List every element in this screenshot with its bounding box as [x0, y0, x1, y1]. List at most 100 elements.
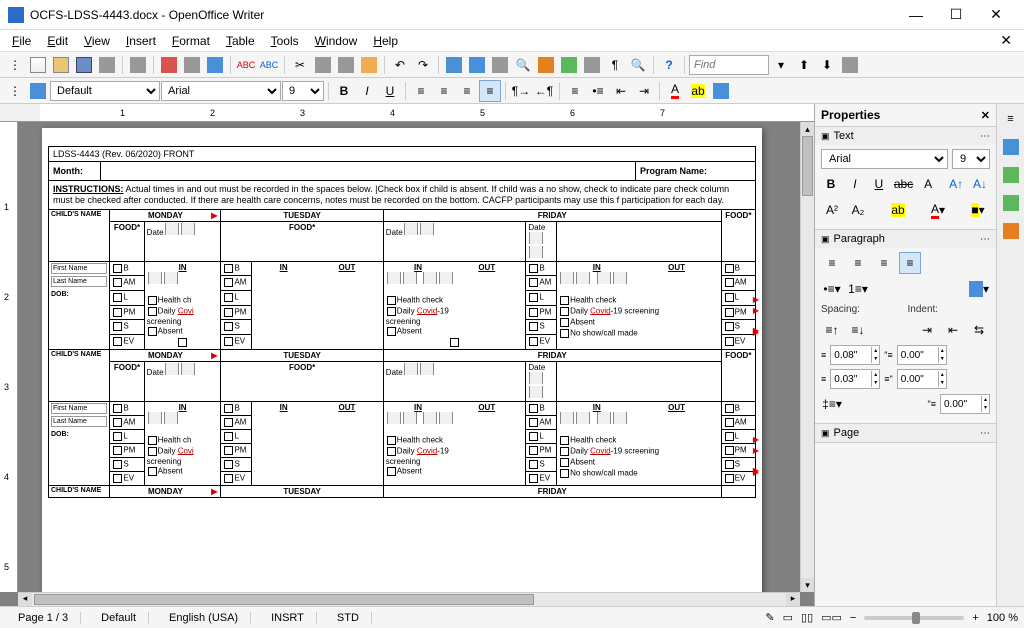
find-all-button[interactable]	[839, 54, 861, 76]
zoom-in-icon[interactable]: +	[972, 612, 978, 624]
scroll-up-icon[interactable]: ▴	[801, 122, 814, 136]
vertical-scrollbar[interactable]: ▴ ▾	[800, 122, 814, 592]
status-language[interactable]: English (USA)	[157, 612, 251, 624]
page-scroll[interactable]: LDSS-4443 (Rev. 06/2020) FRONT Month: Pr…	[0, 122, 814, 606]
checkbox[interactable]	[560, 458, 569, 467]
open-button[interactable]	[50, 54, 72, 76]
checkbox[interactable]	[387, 307, 396, 316]
decrease-indent-button[interactable]: ⇤	[610, 80, 632, 102]
underline-button[interactable]: U	[869, 173, 889, 195]
checkbox[interactable]	[725, 446, 734, 455]
gallery-button[interactable]	[558, 54, 580, 76]
checkbox[interactable]	[224, 264, 233, 273]
menu-view[interactable]: View	[76, 32, 118, 50]
checkbox[interactable]	[387, 296, 396, 305]
status-style[interactable]: Default	[89, 612, 149, 624]
font-color-button[interactable]: A▾	[927, 199, 949, 221]
font-name-combo[interactable]: Arial	[161, 81, 281, 101]
font-size-combo[interactable]: 9	[282, 81, 324, 101]
checkbox[interactable]	[113, 293, 122, 302]
nonprinting-button[interactable]: ¶	[604, 54, 626, 76]
increase-indent-button[interactable]: ⇥	[633, 80, 655, 102]
indent-right-input[interactable]: ▴▾	[897, 369, 947, 389]
checkbox[interactable]	[113, 474, 122, 483]
edit-file-button[interactable]	[127, 54, 149, 76]
new-button[interactable]	[27, 54, 49, 76]
more-options-icon[interactable]: ⋯	[980, 428, 990, 439]
page-number[interactable]: Page 1 / 3	[6, 612, 81, 624]
sidebar-size-combo[interactable]: 9	[952, 149, 990, 169]
checkbox[interactable]	[529, 278, 538, 287]
undo-button[interactable]: ↶	[389, 54, 411, 76]
horizontal-scrollbar[interactable]: ◂ ▸	[18, 592, 800, 606]
zoom-slider[interactable]	[864, 616, 964, 620]
checkbox[interactable]	[725, 460, 734, 469]
checkbox[interactable]	[725, 418, 734, 427]
checkbox[interactable]	[113, 460, 122, 469]
zoom-percent[interactable]: 100 %	[987, 612, 1018, 624]
menu-table[interactable]: Table	[218, 32, 263, 50]
spacing-below-input[interactable]: ▴▾	[830, 369, 880, 389]
menu-tools[interactable]: Tools	[263, 32, 307, 50]
indent-left-input[interactable]: ▴▾	[897, 345, 947, 365]
menu-insert[interactable]: Insert	[118, 32, 164, 50]
checkbox[interactable]	[529, 418, 538, 427]
autospell-button[interactable]: ABC	[258, 54, 280, 76]
toolbar-handle-icon[interactable]: ⋮	[4, 80, 26, 102]
checkbox[interactable]	[113, 446, 122, 455]
menu-help[interactable]: Help	[365, 32, 406, 50]
checkbox[interactable]	[148, 327, 157, 336]
checkbox[interactable]	[725, 404, 734, 413]
increase-spacing-button[interactable]: ≡↑	[821, 319, 843, 341]
maximize-button[interactable]: ☐	[936, 1, 976, 29]
align-right-button[interactable]: ≡	[873, 252, 895, 274]
checkbox[interactable]	[529, 293, 538, 302]
shrink-font-button[interactable]: A↓	[970, 173, 990, 195]
menu-format[interactable]: Format	[164, 32, 218, 50]
checkbox[interactable]	[560, 307, 569, 316]
align-right-button[interactable]: ≡	[456, 80, 478, 102]
checkbox[interactable]	[113, 264, 122, 273]
char-background-button[interactable]: ■▾	[967, 199, 989, 221]
minimize-button[interactable]: —	[896, 1, 936, 29]
email-button[interactable]	[96, 54, 118, 76]
checkbox[interactable]	[113, 404, 122, 413]
checkbox[interactable]	[148, 296, 157, 305]
checkbox[interactable]	[529, 264, 538, 273]
spellcheck-button[interactable]: ABC	[235, 54, 257, 76]
help-button[interactable]: ?	[658, 54, 680, 76]
paste-button[interactable]	[335, 54, 357, 76]
line-spacing-button[interactable]: ‡≡▾	[821, 393, 843, 415]
checkbox[interactable]	[725, 432, 734, 441]
ltr-button[interactable]: ¶→	[510, 80, 532, 102]
checkbox[interactable]	[148, 467, 157, 476]
scroll-thumb[interactable]	[34, 594, 534, 605]
page-section-header[interactable]: ▣ Page ⋯	[815, 424, 996, 442]
navigator-button[interactable]	[535, 54, 557, 76]
checkbox[interactable]	[725, 293, 734, 302]
navigator-tab-icon[interactable]	[1000, 220, 1022, 242]
checkbox[interactable]	[725, 322, 734, 331]
superscript-button[interactable]: A²	[821, 199, 843, 221]
subscript-button[interactable]: A₂	[847, 199, 869, 221]
checkbox[interactable]	[529, 404, 538, 413]
scroll-thumb[interactable]	[802, 136, 813, 196]
toolbar-handle-icon[interactable]: ⋮	[4, 54, 26, 76]
checkbox[interactable]	[387, 327, 396, 336]
paragraph-section-header[interactable]: ▣ Paragraph ⋯	[815, 230, 996, 248]
bullets-button[interactable]: •≡▾	[821, 278, 843, 300]
highlight-button[interactable]: ab	[687, 80, 709, 102]
status-view-layout-icon[interactable]: ▯▯	[801, 611, 813, 624]
copy-button[interactable]	[312, 54, 334, 76]
export-pdf-button[interactable]	[158, 54, 180, 76]
styles-tab-icon[interactable]	[1000, 164, 1022, 186]
checkbox[interactable]	[224, 308, 233, 317]
checkbox[interactable]	[113, 432, 122, 441]
align-left-button[interactable]: ≡	[821, 252, 843, 274]
document-page[interactable]: LDSS-4443 (Rev. 06/2020) FRONT Month: Pr…	[42, 128, 762, 606]
checkbox[interactable]	[725, 264, 734, 273]
align-justify-button[interactable]: ≡	[899, 252, 921, 274]
underline-button[interactable]: U	[379, 80, 401, 102]
font-color-button[interactable]: A	[664, 80, 686, 102]
highlight-color-button[interactable]: ab	[887, 199, 909, 221]
